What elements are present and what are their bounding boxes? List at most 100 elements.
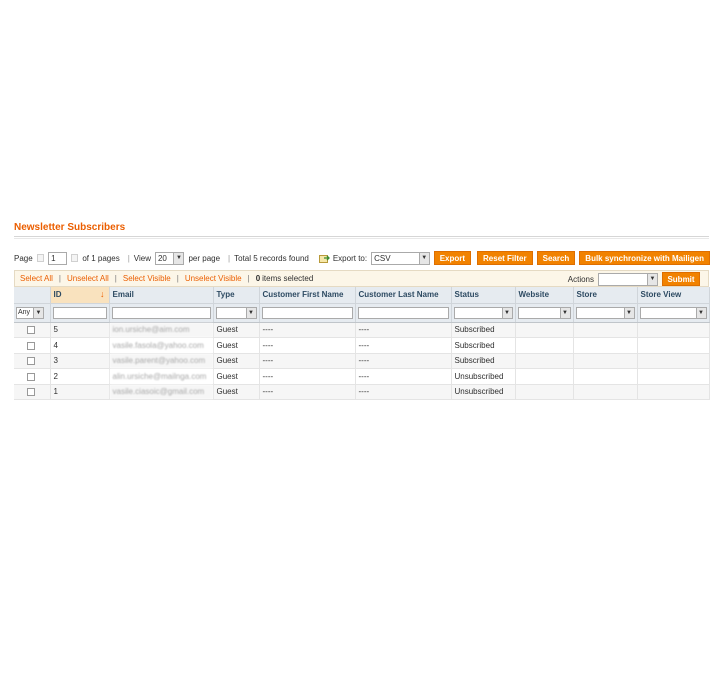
cell-status: Subscribed [451, 322, 516, 338]
search-button[interactable]: Search [536, 251, 576, 265]
cell-store [573, 384, 638, 400]
filter-first-name-input[interactable] [261, 306, 353, 319]
grid-pager: Page 1 of 1 pages | View 20 ▼ per page |… [14, 250, 710, 266]
cell-status: Subscribed [451, 337, 516, 354]
column-header-email[interactable]: Email [109, 287, 214, 304]
cell-first-name: ---- [259, 337, 356, 354]
filter-status-select[interactable]: ▼ [453, 306, 513, 319]
row-checkbox-cell [14, 368, 51, 385]
filter-massaction-cell: Any ▼ [14, 303, 51, 323]
cell-website [515, 384, 574, 400]
row-checkbox[interactable] [27, 388, 35, 397]
row-checkbox-cell [14, 384, 51, 400]
filter-status-cell: ▼ [451, 303, 516, 323]
cell-email: vasile.parent@yahoo.com [109, 353, 214, 369]
cell-first-name: ---- [259, 368, 356, 385]
per-page-select[interactable]: 20 ▼ [154, 251, 185, 265]
unselect-all-link[interactable]: Unselect All [67, 274, 109, 283]
table-row[interactable]: 2 alin.ursiche@mailnga.com Guest ---- --… [14, 368, 710, 385]
cell-type: Guest [213, 322, 260, 338]
cell-store-view [637, 322, 710, 338]
cell-last-name: ---- [355, 368, 452, 385]
unselect-visible-link[interactable]: Unselect Visible [185, 274, 242, 283]
sort-desc-icon: ↓ [100, 289, 105, 299]
filter-massaction-select[interactable]: Any ▼ [16, 306, 44, 319]
view-label: View [133, 253, 151, 263]
column-header-last-name[interactable]: Customer Last Name [355, 287, 452, 304]
filter-store-cell: ▼ [573, 303, 638, 323]
column-header-id[interactable]: ID ↓ [50, 287, 110, 304]
cell-first-name: ---- [259, 322, 356, 338]
next-page-arrow-icon[interactable] [70, 254, 79, 262]
table-row[interactable]: 5 ion.ursiche@aim.com Guest ---- ---- Su… [14, 322, 710, 338]
column-header-id-label: ID [53, 290, 62, 300]
filter-id-cell [50, 303, 110, 323]
filter-website-select[interactable]: ▼ [517, 306, 571, 319]
page-number-input[interactable]: 1 [48, 251, 67, 265]
cell-last-name: ---- [355, 322, 452, 338]
table-row[interactable]: 1 vasile.ciasoic@gmail.com Guest ---- --… [14, 384, 710, 400]
select-visible-link[interactable]: Select Visible [123, 274, 171, 283]
cell-store [573, 368, 638, 385]
cell-store [573, 322, 638, 338]
filter-last-name-cell [355, 303, 452, 323]
filter-store-view-select[interactable]: ▼ [639, 306, 707, 319]
total-records: Total 5 records found [234, 253, 309, 263]
filter-last-name-input[interactable] [357, 306, 449, 319]
row-checkbox-cell [14, 353, 51, 369]
table-row[interactable]: 4 vasile.fasola@yahoo.com Guest ---- ---… [14, 337, 710, 354]
column-header-store[interactable]: Store [573, 287, 638, 304]
cell-email: ion.ursiche@aim.com [109, 322, 214, 338]
export-button[interactable]: Export [433, 251, 472, 265]
cell-last-name: ---- [355, 337, 452, 354]
massaction-bar: Select All | Unselect All | Select Visib… [14, 270, 709, 287]
filter-id-input[interactable] [52, 306, 107, 319]
actions-select[interactable]: ▼ [598, 272, 658, 286]
filter-email-input[interactable] [111, 306, 211, 319]
row-checkbox[interactable] [27, 341, 35, 350]
cell-type: Guest [213, 368, 260, 385]
column-header-store-view[interactable]: Store View [637, 287, 710, 304]
cell-email: alin.ursiche@mailnga.com [109, 368, 214, 385]
cell-status: Unsubscribed [451, 368, 516, 385]
massaction-separator: | [58, 274, 61, 283]
cell-id: 5 [50, 322, 110, 338]
filter-type-select[interactable]: ▼ [215, 306, 257, 319]
column-header-type[interactable]: Type [213, 287, 260, 304]
export-format-select[interactable]: CSV ▼ [371, 251, 430, 265]
column-header-website[interactable]: Website [515, 287, 574, 304]
select-all-link[interactable]: Select All [20, 274, 53, 283]
cell-type: Guest [213, 337, 260, 354]
chevron-down-icon: ▼ [501, 307, 512, 318]
filter-store-view-cell: ▼ [637, 303, 710, 323]
column-header-first-name[interactable]: Customer First Name [259, 287, 356, 304]
row-checkbox[interactable] [27, 326, 35, 335]
filter-store-select[interactable]: ▼ [575, 306, 635, 319]
page-label: Page [14, 253, 33, 263]
export-format-value: CSV [374, 253, 391, 263]
cell-id: 3 [50, 353, 110, 369]
submit-button[interactable]: Submit [662, 272, 700, 286]
cell-id: 2 [50, 368, 110, 385]
column-header-status[interactable]: Status [451, 287, 516, 304]
cell-website [515, 322, 574, 338]
cell-type: Guest [213, 353, 260, 369]
table-row[interactable]: 3 vasile.parent@yahoo.com Guest ---- ---… [14, 353, 710, 369]
cell-store [573, 337, 638, 354]
prev-page-arrow-icon[interactable] [36, 254, 45, 262]
filter-type-cell: ▼ [213, 303, 260, 323]
massaction-separator: | [176, 274, 179, 283]
reset-filter-button[interactable]: Reset Filter [477, 251, 533, 265]
cell-website [515, 368, 574, 385]
row-checkbox[interactable] [27, 372, 35, 381]
export-icon [318, 254, 330, 263]
pager-separator: | [127, 253, 130, 263]
chevron-down-icon: ▼ [245, 307, 256, 318]
massaction-separator: | [247, 274, 250, 283]
cell-status: Unsubscribed [451, 384, 516, 400]
filter-row: Any ▼ ▼ ▼ ▼ ▼ ▼ [14, 303, 710, 323]
cell-email: vasile.ciasoic@gmail.com [109, 384, 214, 400]
actions-label: Actions [567, 274, 594, 284]
bulk-sync-button[interactable]: Bulk synchronize with Mailigen [579, 251, 710, 265]
row-checkbox[interactable] [27, 357, 35, 366]
